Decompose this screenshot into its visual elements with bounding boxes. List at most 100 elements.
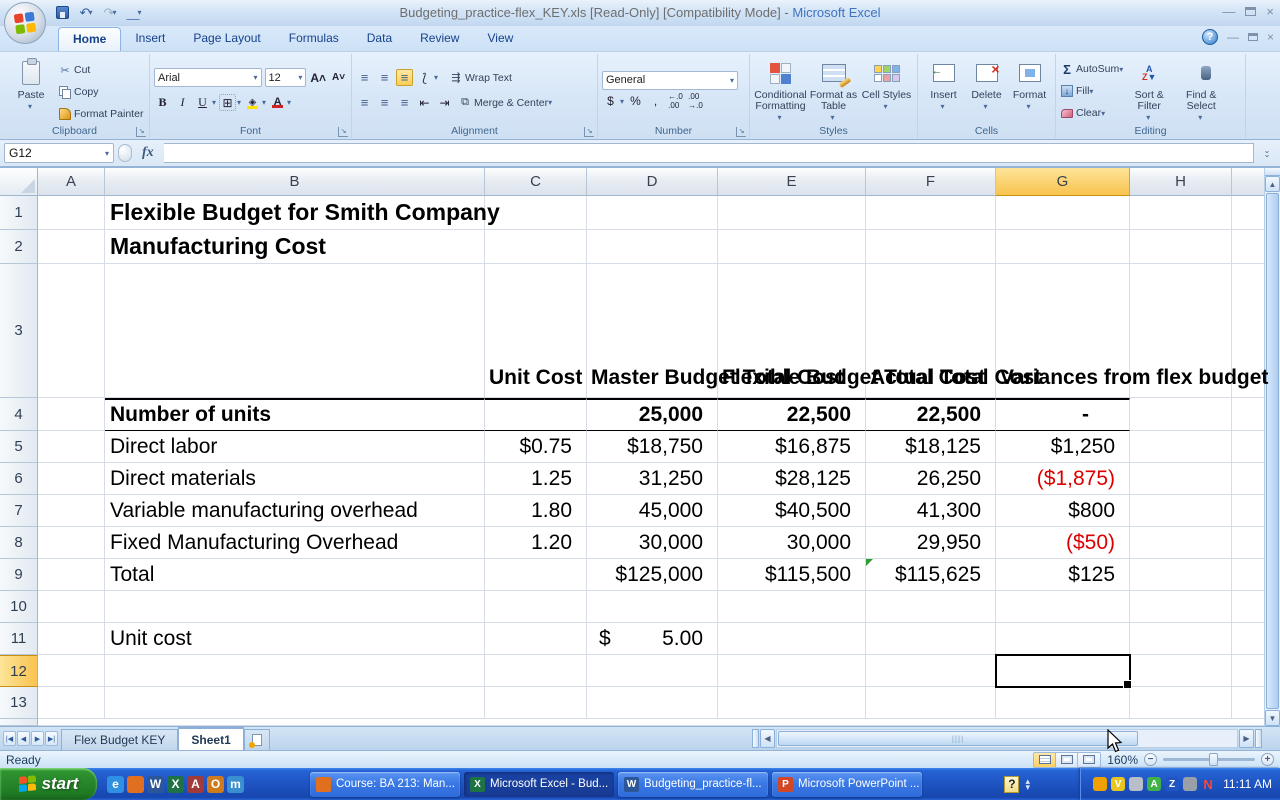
insert-function-button[interactable]: fx bbox=[136, 145, 160, 161]
cell-D5[interactable]: $18,750 bbox=[587, 431, 718, 463]
cell-E9[interactable]: $115,500 bbox=[718, 559, 866, 591]
undo-button[interactable]: ↶▾ bbox=[76, 4, 96, 22]
cell-H11[interactable] bbox=[1130, 623, 1232, 655]
find-select-button[interactable]: Find & Select▾ bbox=[1175, 56, 1227, 124]
vertical-split-handle[interactable] bbox=[1265, 168, 1280, 176]
comma-style-button[interactable]: , bbox=[647, 93, 664, 110]
cell-C6[interactable]: 1.25 bbox=[485, 463, 587, 495]
cell-D4[interactable]: 25,000 bbox=[587, 398, 718, 431]
cell-E6[interactable]: $28,125 bbox=[718, 463, 866, 495]
merge-dropdown-icon[interactable]: ▾ bbox=[548, 98, 552, 107]
cell-A7[interactable] bbox=[38, 495, 105, 527]
cell-G11[interactable] bbox=[996, 623, 1130, 655]
cell-E10[interactable] bbox=[718, 591, 866, 623]
taskbar-button-excel[interactable]: XMicrosoft Excel - Bud... bbox=[464, 772, 614, 797]
bold-button[interactable]: B bbox=[154, 94, 171, 111]
cell-F12[interactable] bbox=[866, 655, 996, 687]
cell-F13[interactable] bbox=[866, 687, 996, 719]
cell-G12[interactable] bbox=[996, 655, 1130, 687]
cell-E1[interactable] bbox=[718, 196, 866, 230]
horizontal-split-handle[interactable] bbox=[1255, 729, 1262, 748]
help-tray-icon[interactable]: ? bbox=[1004, 776, 1019, 793]
taskbar-button-firefox[interactable]: Course: BA 213: Man... bbox=[310, 772, 460, 797]
save-button[interactable] bbox=[52, 4, 72, 22]
workbook-close-button[interactable]: × bbox=[1267, 30, 1274, 44]
cell-G13[interactable] bbox=[996, 687, 1130, 719]
cell-D3[interactable]: Master Budget Total Cost bbox=[587, 264, 718, 398]
msn-icon[interactable]: m bbox=[227, 776, 244, 793]
cell-E2[interactable] bbox=[718, 230, 866, 264]
row-header-5[interactable]: 5 bbox=[0, 431, 38, 463]
cell-F6[interactable]: 26,250 bbox=[866, 463, 996, 495]
format-painter-button[interactable]: Format Painter bbox=[58, 104, 143, 124]
cell-F5[interactable]: $18,125 bbox=[866, 431, 996, 463]
cell-F9[interactable]: $115,625 bbox=[866, 559, 996, 591]
cell-A9[interactable] bbox=[38, 559, 105, 591]
tab-page-layout[interactable]: Page Layout bbox=[179, 27, 274, 51]
row-header-9[interactable]: 9 bbox=[0, 559, 38, 591]
autosum-button[interactable]: ΣAutoSum▾ bbox=[1060, 59, 1123, 79]
zoom-out-button[interactable]: − bbox=[1144, 753, 1157, 766]
cell-D7[interactable]: 45,000 bbox=[587, 495, 718, 527]
zoom-level[interactable]: 160% bbox=[1107, 753, 1138, 767]
cell-D12[interactable] bbox=[587, 655, 718, 687]
borders-dropdown-icon[interactable]: ▾ bbox=[237, 98, 241, 107]
clear-button[interactable]: Clear▾ bbox=[1060, 103, 1123, 123]
cell-H4[interactable] bbox=[1130, 398, 1232, 431]
cell-A12[interactable] bbox=[38, 655, 105, 687]
borders-button[interactable]: ⊞ bbox=[219, 94, 236, 111]
decrease-decimal-button[interactable]: .00→.0 bbox=[687, 93, 704, 110]
fill-color-button[interactable]: ◈ bbox=[244, 94, 261, 111]
row-header-6[interactable]: 6 bbox=[0, 463, 38, 495]
cell-C13[interactable] bbox=[485, 687, 587, 719]
cell-G4[interactable]: - bbox=[996, 398, 1130, 431]
cell-C1[interactable] bbox=[485, 196, 587, 230]
column-header-B[interactable]: B bbox=[105, 168, 485, 196]
orientation-dropdown-icon[interactable]: ▾ bbox=[434, 73, 438, 82]
cell-C3[interactable]: Unit Cost bbox=[485, 264, 587, 398]
row-header-1[interactable]: 1 bbox=[0, 196, 38, 230]
column-header-A[interactable]: A bbox=[38, 168, 105, 196]
cell-B10[interactable] bbox=[105, 591, 485, 623]
select-all-corner[interactable] bbox=[0, 168, 38, 196]
cell-H5[interactable] bbox=[1130, 431, 1232, 463]
number-dialog-launcher[interactable]: ↘ bbox=[736, 127, 746, 137]
name-box-dropdown-icon[interactable]: ▾ bbox=[105, 149, 109, 158]
key-manager-icon[interactable] bbox=[1129, 777, 1143, 791]
horizontal-scroll-track[interactable] bbox=[776, 729, 1238, 748]
redo-button[interactable]: ↷▾ bbox=[100, 4, 120, 22]
cell-D13[interactable] bbox=[587, 687, 718, 719]
cell-E8[interactable]: 30,000 bbox=[718, 527, 866, 559]
cell-A6[interactable] bbox=[38, 463, 105, 495]
align-middle-button[interactable]: ≡ bbox=[376, 69, 393, 86]
row-header-10[interactable]: 10 bbox=[0, 591, 38, 623]
increase-indent-button[interactable]: ⇥ bbox=[436, 94, 453, 111]
vertical-scroll-thumb[interactable] bbox=[1266, 193, 1279, 709]
volume-icon[interactable] bbox=[1183, 777, 1197, 791]
clipboard-dialog-launcher[interactable]: ↘ bbox=[136, 127, 146, 137]
row-header-2[interactable]: 2 bbox=[0, 230, 38, 264]
cell-G9[interactable]: $125 bbox=[996, 559, 1130, 591]
tab-formulas[interactable]: Formulas bbox=[275, 27, 353, 51]
office-button[interactable] bbox=[4, 2, 46, 44]
redo-dropdown-icon[interactable]: ▾ bbox=[112, 8, 116, 17]
cell-F2[interactable] bbox=[866, 230, 996, 264]
undo-dropdown-icon[interactable]: ▾ bbox=[88, 8, 92, 17]
norton-icon[interactable]: N bbox=[1201, 777, 1215, 791]
cell-C8[interactable]: 1.20 bbox=[485, 527, 587, 559]
cell-styles-button[interactable]: Cell Styles▾ bbox=[860, 56, 913, 124]
cell-E12[interactable] bbox=[718, 655, 866, 687]
help-icon[interactable]: ? bbox=[1202, 29, 1218, 45]
row-header-4[interactable]: 4 bbox=[0, 398, 38, 431]
cell-B1[interactable]: Flexible Budget for Smith Company bbox=[105, 196, 485, 230]
cell-G3[interactable]: Variances from flex budget bbox=[996, 264, 1130, 398]
cell-A4[interactable] bbox=[38, 398, 105, 431]
row-header-7[interactable]: 7 bbox=[0, 495, 38, 527]
internet-explorer-icon[interactable]: e bbox=[107, 776, 124, 793]
column-header-E[interactable]: E bbox=[718, 168, 866, 196]
firefox-icon[interactable] bbox=[127, 776, 144, 793]
cell-H12[interactable] bbox=[1130, 655, 1232, 687]
align-top-button[interactable]: ≡ bbox=[356, 69, 373, 86]
cell-C10[interactable] bbox=[485, 591, 587, 623]
cut-button[interactable]: ✂Cut bbox=[58, 60, 143, 80]
